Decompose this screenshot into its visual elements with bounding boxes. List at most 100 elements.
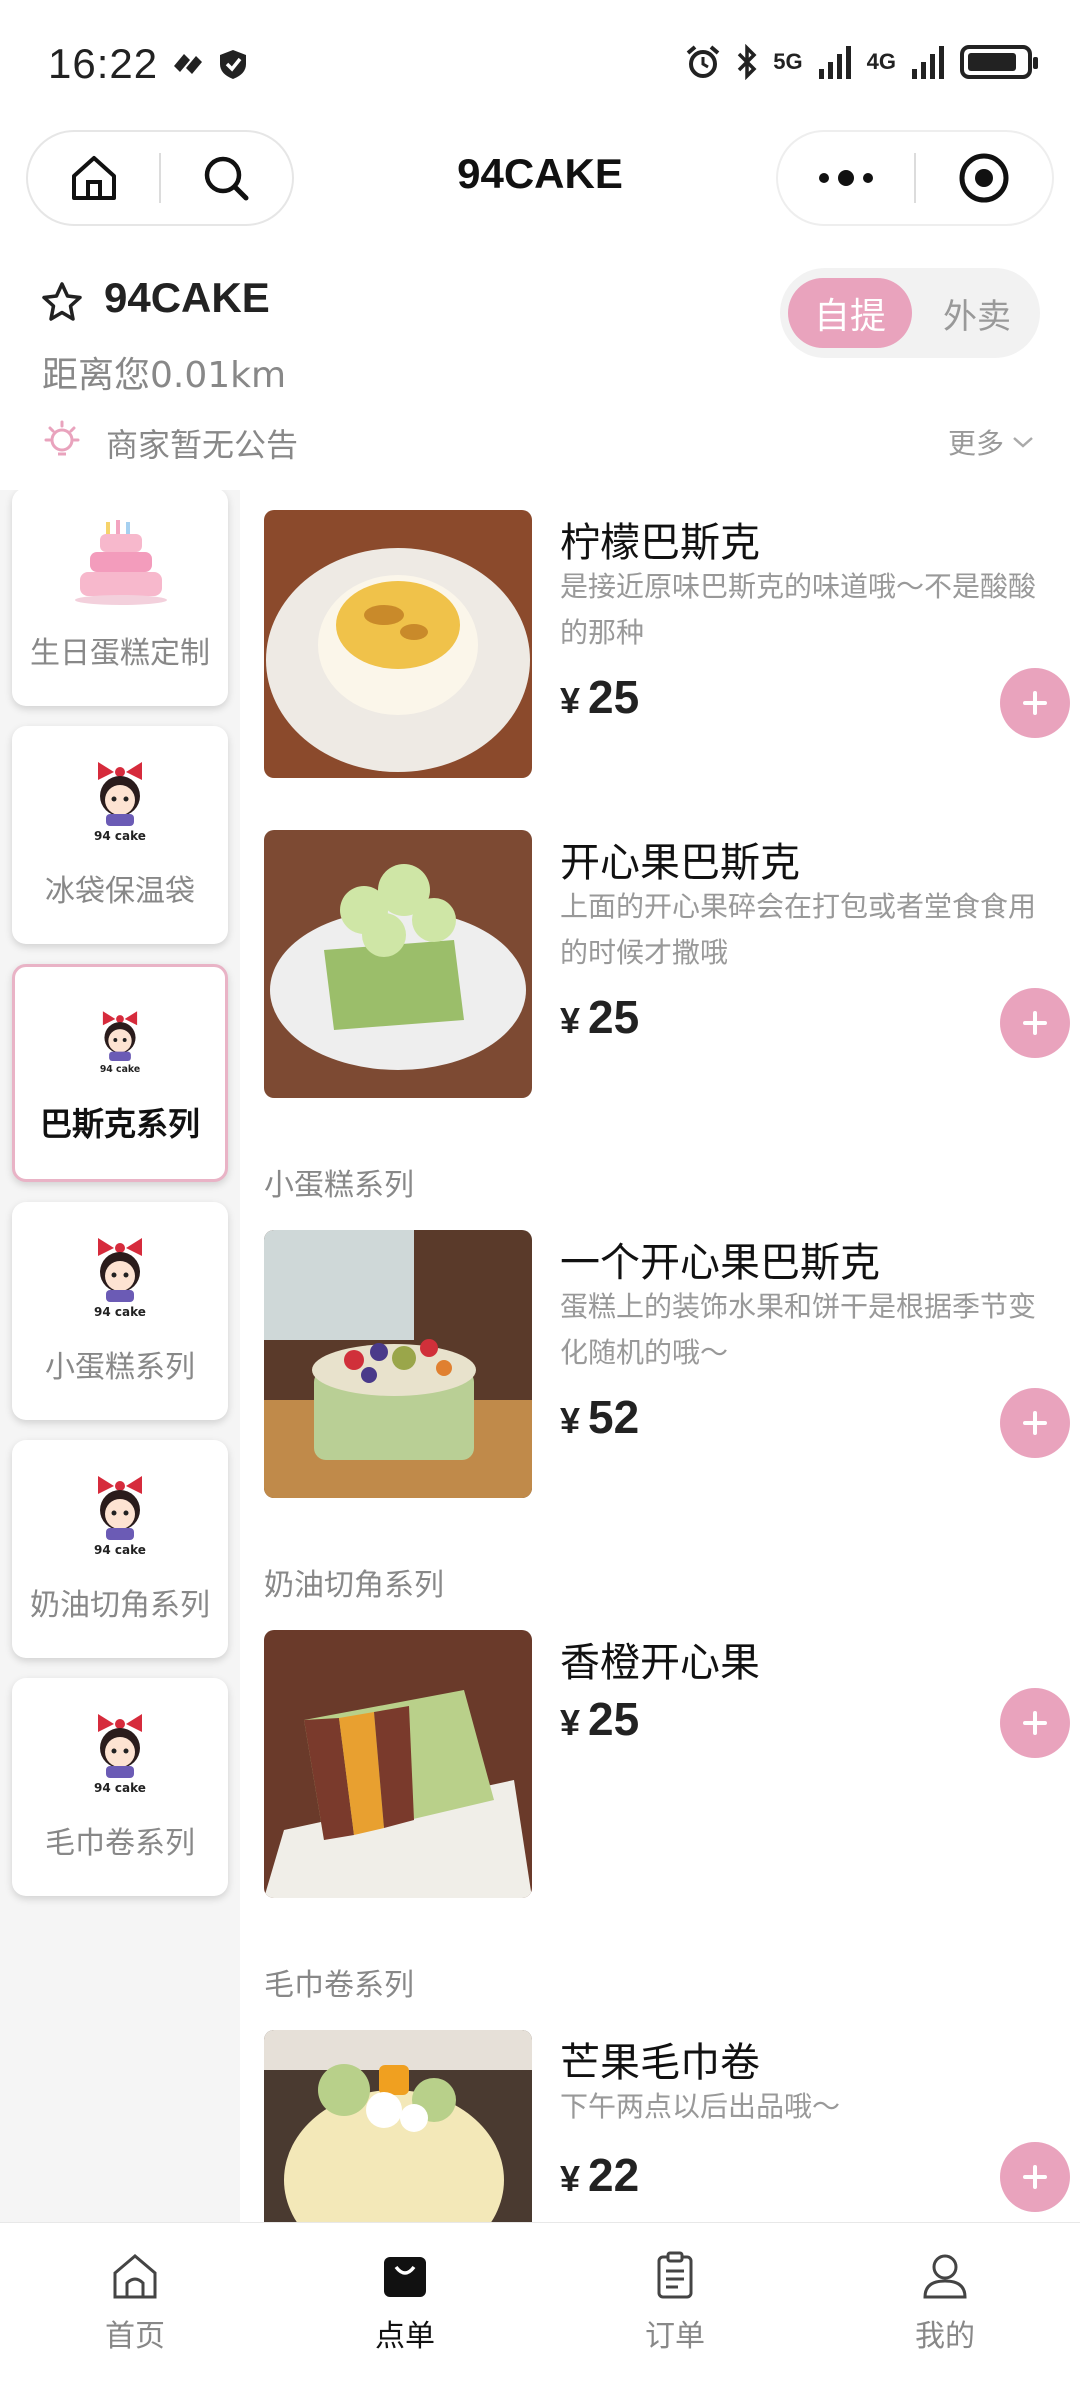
plus-icon [1023, 2165, 1047, 2189]
store-home-icon [113, 2254, 157, 2299]
add-to-cart-button[interactable] [1000, 1688, 1070, 1758]
user-icon [923, 2254, 967, 2299]
product-image [264, 1630, 532, 1898]
product-name: 香橙开心果 [560, 1640, 760, 1686]
category-label: 毛巾卷系列 [45, 1826, 195, 1861]
product-description: 是接近原味巴斯克的味道哦～不是酸酸的那种 [560, 570, 1037, 649]
category-sidebar: 生日蛋糕定制 94 cake 冰袋保温袋 94 cake 巴斯克系列 94 ca… [0, 490, 240, 2222]
product-image [264, 2030, 532, 2222]
section-title: 小蛋糕系列 [264, 1168, 414, 1203]
section-title: 奶油切角系列 [264, 1568, 444, 1603]
category-label: 巴斯克系列 [39, 1105, 200, 1143]
tab-label: 我的 [915, 2319, 975, 2354]
tab-orders[interactable]: 订单 [540, 2223, 810, 2387]
product-card[interactable]: 香橙开心果 ¥25 [264, 1630, 1070, 1900]
product-price: ¥25 [560, 1693, 640, 1745]
more-menu-button[interactable] [778, 130, 914, 226]
category-label: 生日蛋糕定制 [30, 636, 210, 671]
store-distance: 距离您0.01km [42, 355, 287, 396]
shopping-bag-icon [384, 2257, 426, 2297]
more-dots-icon [819, 170, 873, 186]
birthday-cake-icon [70, 516, 170, 606]
tab-mine[interactable]: 我的 [810, 2223, 1080, 2387]
tab-home[interactable]: 首页 [0, 2223, 270, 2387]
add-to-cart-button[interactable] [1000, 2142, 1070, 2212]
mode-pickup-button[interactable]: 自提 [788, 278, 912, 348]
mascot-logo-icon: 94 cake [70, 1230, 170, 1320]
add-to-cart-button[interactable] [1000, 668, 1070, 738]
order-mode-toggle: 自提 外卖 [780, 268, 1040, 358]
svg-text:94 cake: 94 cake [100, 1064, 140, 1075]
store-notice: 商家暂无公告 [106, 426, 299, 464]
category-item[interactable]: 94 cake 冰袋保温袋 [12, 726, 228, 944]
product-card[interactable]: 芒果毛巾卷 下午两点以后出品哦～ ¥22 [264, 2030, 1070, 2222]
status-time: 16:22 [48, 40, 159, 87]
bottom-tab-bar: 首页 点单 订单 我的 [0, 2222, 1080, 2387]
mode-delivery-button[interactable]: 外卖 [920, 278, 1034, 348]
favorite-star-button[interactable] [40, 280, 84, 328]
product-name: 开心果巴斯克 [560, 840, 800, 886]
signal-icon [912, 46, 944, 79]
shield-check-icon [220, 50, 246, 79]
category-item[interactable]: 94 cake 毛巾卷系列 [12, 1678, 228, 1896]
tab-label: 点单 [375, 2319, 435, 2354]
product-image [264, 510, 532, 778]
network-5g-label: 5G [773, 49, 803, 74]
add-to-cart-button[interactable] [1000, 988, 1070, 1058]
category-item[interactable]: 生日蛋糕定制 [12, 490, 228, 706]
lightbulb-icon [40, 418, 84, 466]
mascot-logo-icon: 94 cake [70, 995, 170, 1085]
svg-text:94 cake: 94 cake [94, 1781, 146, 1795]
product-price: ¥52 [560, 1391, 640, 1443]
svg-text:94 cake: 94 cake [94, 829, 146, 843]
network-4g-label: 4G [866, 49, 896, 74]
mascot-logo-icon: 94 cake [70, 754, 170, 844]
product-name: 一个开心果巴斯克 [560, 1240, 880, 1286]
chevron-down-icon [1013, 437, 1033, 448]
plus-icon [1023, 1711, 1047, 1735]
product-list: 柠檬巴斯克 是接近原味巴斯克的味道哦～不是酸酸的那种 ¥25 开心果巴斯克 上面… [240, 490, 1080, 2222]
category-label: 冰袋保温袋 [45, 874, 195, 909]
product-description: 蛋糕上的装饰水果和饼干是根据季节变化随机的哦～ [560, 1290, 1037, 1369]
product-price: ¥25 [560, 991, 640, 1043]
close-miniapp-button[interactable] [916, 130, 1052, 226]
section-title: 毛巾卷系列 [264, 1968, 414, 2003]
status-bar: 16:22 5G 4G [0, 0, 1080, 130]
tab-label: 首页 [105, 2319, 165, 2354]
product-card[interactable]: 开心果巴斯克 上面的开心果碎会在打包或者堂食食用的时候才撒哦 ¥25 [264, 830, 1070, 1100]
product-description: 下午两点以后出品哦～ [560, 2090, 841, 2123]
product-card[interactable]: 一个开心果巴斯克 蛋糕上的装饰水果和饼干是根据季节变化随机的哦～ ¥52 [264, 1230, 1070, 1500]
store-name: 94CAKE [104, 274, 270, 321]
notice-more-label: 更多 [947, 427, 1004, 460]
clipboard-icon [657, 2251, 693, 2299]
tab-label: 订单 [645, 2319, 705, 2354]
alarm-icon [686, 45, 720, 78]
product-price: ¥25 [560, 671, 640, 723]
target-icon [959, 153, 1009, 203]
link-icon [174, 54, 202, 74]
category-item[interactable]: 94 cake 小蛋糕系列 [12, 1202, 228, 1420]
plus-icon [1023, 1411, 1047, 1435]
bluetooth-icon [738, 44, 757, 80]
tab-order[interactable]: 点单 [270, 2223, 540, 2387]
signal-icon [818, 46, 851, 79]
notice-more-button[interactable]: 更多 [948, 422, 1034, 462]
svg-text:94 cake: 94 cake [94, 1305, 146, 1319]
plus-icon [1023, 691, 1047, 715]
category-item[interactable]: 94 cake 奶油切角系列 [12, 1440, 228, 1658]
product-name: 柠檬巴斯克 [560, 520, 760, 566]
plus-icon [1023, 1011, 1047, 1035]
menu-content: 生日蛋糕定制 94 cake 冰袋保温袋 94 cake 巴斯克系列 94 ca… [0, 490, 1080, 2222]
nav-capsule-right [776, 130, 1054, 226]
category-item-active[interactable]: 94 cake 巴斯克系列 [12, 964, 228, 1182]
product-name: 芒果毛巾卷 [560, 2040, 760, 2086]
product-card[interactable]: 柠檬巴斯克 是接近原味巴斯克的味道哦～不是酸酸的那种 ¥25 [264, 510, 1070, 780]
mascot-logo-icon: 94 cake [70, 1706, 170, 1796]
star-icon [42, 282, 82, 321]
product-image [264, 830, 532, 1098]
product-price: ¥22 [560, 2149, 640, 2201]
add-to-cart-button[interactable] [1000, 1388, 1070, 1458]
svg-text:94 cake: 94 cake [94, 1543, 146, 1557]
product-image [264, 1230, 532, 1498]
mascot-logo-icon: 94 cake [70, 1468, 170, 1558]
